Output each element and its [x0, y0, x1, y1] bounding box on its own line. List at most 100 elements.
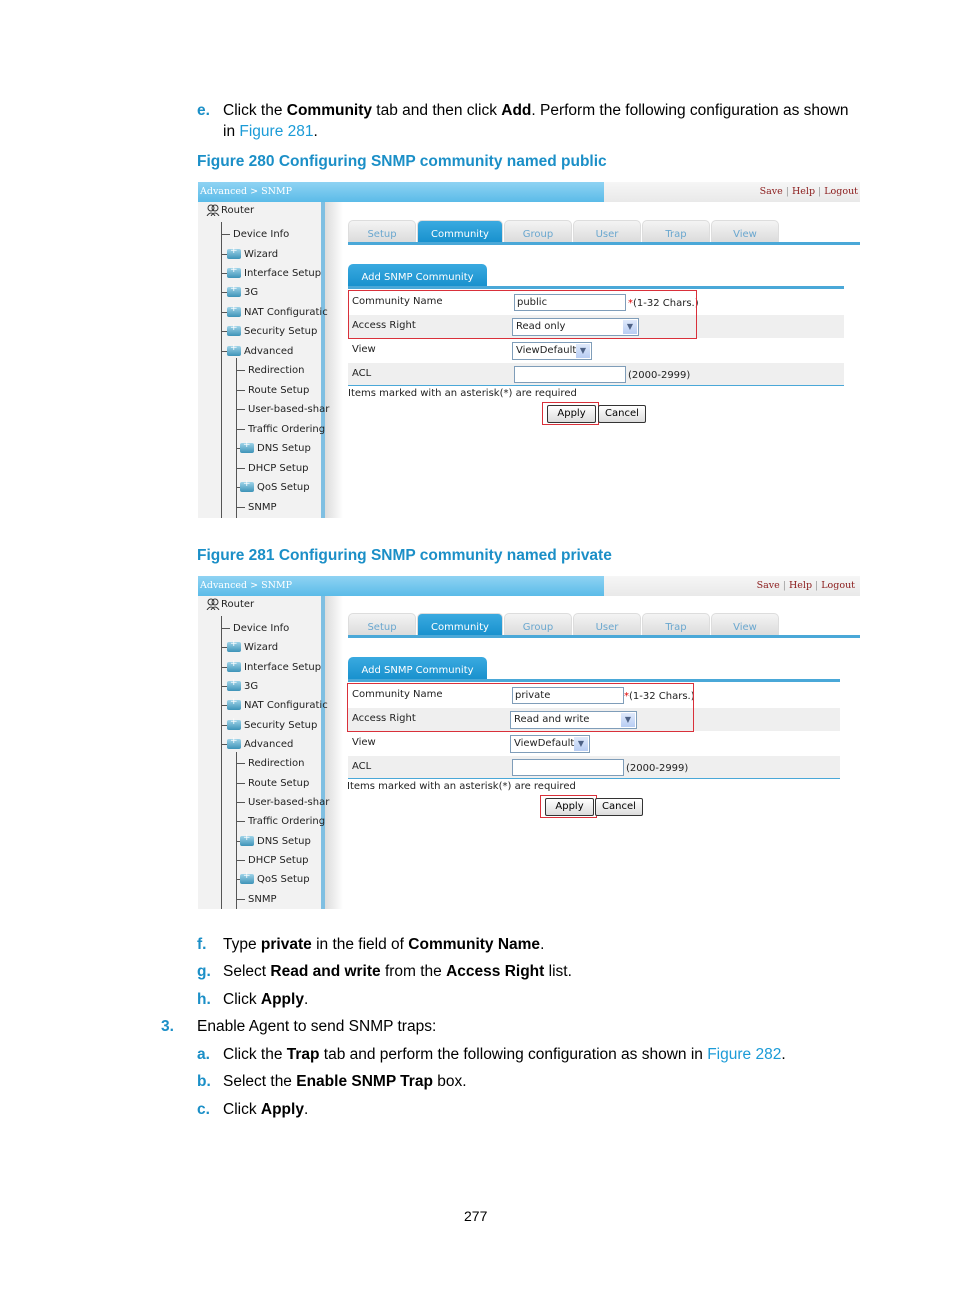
folder-icon — [227, 697, 241, 710]
folder-icon — [227, 265, 241, 278]
tree-item-device-info[interactable]: Device Info — [222, 227, 289, 241]
tab-user[interactable]: User — [573, 220, 641, 244]
step-e-cont: in Figure 281. — [223, 123, 318, 140]
logout-link[interactable]: Logout — [824, 186, 858, 197]
tree-item-route-setup[interactable]: Route Setup — [237, 383, 309, 397]
help-link[interactable]: Help — [792, 186, 815, 197]
step-3: 3. Enable Agent to send SNMP traps: — [161, 1018, 437, 1035]
tab-group[interactable]: Group — [504, 220, 572, 244]
tab-setup[interactable]: Setup — [348, 220, 416, 244]
folder-icon — [240, 479, 254, 492]
tab-group[interactable]: Group — [504, 613, 572, 637]
view-select[interactable]: ViewDefault ▼ — [512, 342, 592, 360]
highlight-box — [348, 290, 697, 339]
header-links: Save | Help | Logout — [756, 580, 855, 591]
acl-input[interactable] — [512, 759, 624, 776]
subtab-add-snmp-community[interactable]: Add SNMP Community — [348, 657, 487, 681]
required-note: Items marked with an asterisk(*) are req… — [347, 781, 576, 792]
tree-item-user-based-sharing[interactable]: User-based-shar — [237, 402, 329, 416]
tree-item-nat[interactable]: NAT Configuratic — [222, 304, 328, 319]
folder-icon — [240, 871, 254, 884]
tree-item-redirection[interactable]: Redirection — [237, 363, 304, 377]
save-link[interactable]: Save — [757, 580, 780, 591]
screenshot-figure-281: Advanced > SNMP Save | Help | Logout Router … — [198, 576, 860, 909]
highlight-box — [542, 402, 599, 425]
highlight-box — [540, 795, 597, 818]
subtab-add-snmp-community[interactable]: Add SNMP Community — [348, 264, 487, 288]
help-link[interactable]: Help — [789, 580, 812, 591]
acl-input[interactable] — [514, 366, 626, 383]
tab-bar: Setup Community Group User Trap View — [348, 613, 780, 637]
users-icon — [206, 204, 220, 216]
folder-icon — [227, 659, 241, 672]
tree-item-security-setup[interactable]: Security Setup — [222, 323, 317, 338]
folder-open-icon — [227, 343, 241, 356]
row-acl: ACL (2000-2999) — [348, 363, 844, 386]
cancel-button[interactable]: Cancel — [598, 405, 646, 423]
cancel-button[interactable]: Cancel — [595, 798, 643, 816]
folder-icon — [227, 678, 241, 691]
required-note: Items marked with an asterisk(*) are req… — [348, 388, 577, 399]
folder-open-icon — [227, 736, 241, 749]
tab-view[interactable]: View — [711, 220, 779, 244]
logout-link[interactable]: Logout — [821, 580, 855, 591]
screenshot-figure-280: Advanced > SNMP Save | Help | Logout Router … — [198, 182, 860, 518]
tab-setup[interactable]: Setup — [348, 613, 416, 637]
tree-item-advanced[interactable]: Advanced — [222, 343, 293, 358]
folder-icon — [227, 717, 241, 730]
folder-icon — [227, 323, 241, 336]
step-marker: e. — [197, 102, 210, 119]
tree-item-dhcp-setup[interactable]: DHCP Setup — [237, 461, 309, 475]
tree-item-redirection[interactable]: Redirection — [237, 756, 304, 770]
top-bar: Advanced > SNMP Save | Help | Logout — [198, 182, 860, 202]
folder-icon — [240, 833, 254, 846]
tree-item-wizard[interactable]: Wizard — [222, 246, 278, 261]
tree-item-interface-setup[interactable]: Interface Setup — [222, 659, 321, 674]
folder-icon — [240, 440, 254, 453]
save-link[interactable]: Save — [760, 186, 783, 197]
tree-item-device-info[interactable]: Device Info — [222, 621, 289, 635]
tree-item-dns-setup[interactable]: DNS Setup — [237, 833, 311, 848]
tree-item-nat[interactable]: NAT Configuratic — [222, 697, 328, 712]
view-select[interactable]: ViewDefault ▼ — [510, 735, 590, 753]
step-f: f. Type private in the field of Community… — [197, 936, 545, 953]
tree-item-qos-setup[interactable]: QoS Setup — [237, 871, 310, 886]
tree-item-security-setup[interactable]: Security Setup — [222, 717, 317, 732]
users-icon — [206, 598, 220, 610]
tree-item-traffic-ordering[interactable]: Traffic Ordering — [237, 814, 325, 828]
row-acl: ACL (2000-2999) — [348, 756, 840, 779]
chevron-down-icon: ▼ — [576, 344, 590, 358]
tree-item-route-setup[interactable]: Route Setup — [237, 776, 309, 790]
tab-community[interactable]: Community — [417, 613, 503, 637]
figure-282-link[interactable]: Figure 282 — [707, 1046, 781, 1063]
tree-root[interactable]: Router — [206, 598, 254, 610]
tree-item-dhcp-setup[interactable]: DHCP Setup — [237, 853, 309, 867]
tree-item-qos-setup[interactable]: QoS Setup — [237, 479, 310, 494]
highlight-box — [347, 683, 694, 732]
tree-item-snmp[interactable]: SNMP — [237, 892, 277, 906]
tree-item-advanced[interactable]: Advanced — [222, 736, 293, 751]
top-bar: Advanced > SNMP Save | Help | Logout — [198, 576, 860, 596]
tree-item-3g[interactable]: 3G — [222, 284, 258, 299]
figure-caption: Figure 280 Configuring SNMP community na… — [197, 153, 607, 170]
row-view: View ViewDefault ▼ — [348, 339, 844, 362]
figure-281-link[interactable]: Figure 281 — [239, 123, 313, 140]
tab-bar: Setup Community Group User Trap View — [348, 220, 780, 244]
tree-root[interactable]: Router — [206, 204, 254, 216]
tree-item-dns-setup[interactable]: DNS Setup — [237, 440, 311, 455]
tab-community[interactable]: Community — [417, 220, 503, 244]
step-e: e. Click the Community tab and then click… — [197, 102, 849, 119]
tree-item-interface-setup[interactable]: Interface Setup — [222, 265, 321, 280]
tree-item-user-based-sharing[interactable]: User-based-shar — [237, 795, 329, 809]
tab-trap[interactable]: Trap — [642, 613, 710, 637]
tree-item-wizard[interactable]: Wizard — [222, 639, 278, 654]
tree-item-3g[interactable]: 3G — [222, 678, 258, 693]
tab-view[interactable]: View — [711, 613, 779, 637]
step-b: b. Select the Enable SNMP Trap box. — [197, 1073, 467, 1090]
tab-user[interactable]: User — [573, 613, 641, 637]
page-number: 277 — [464, 1208, 488, 1224]
tab-trap[interactable]: Trap — [642, 220, 710, 244]
chevron-down-icon: ▼ — [574, 737, 588, 751]
tree-item-snmp[interactable]: SNMP — [237, 500, 277, 514]
tree-item-traffic-ordering[interactable]: Traffic Ordering — [237, 422, 325, 436]
